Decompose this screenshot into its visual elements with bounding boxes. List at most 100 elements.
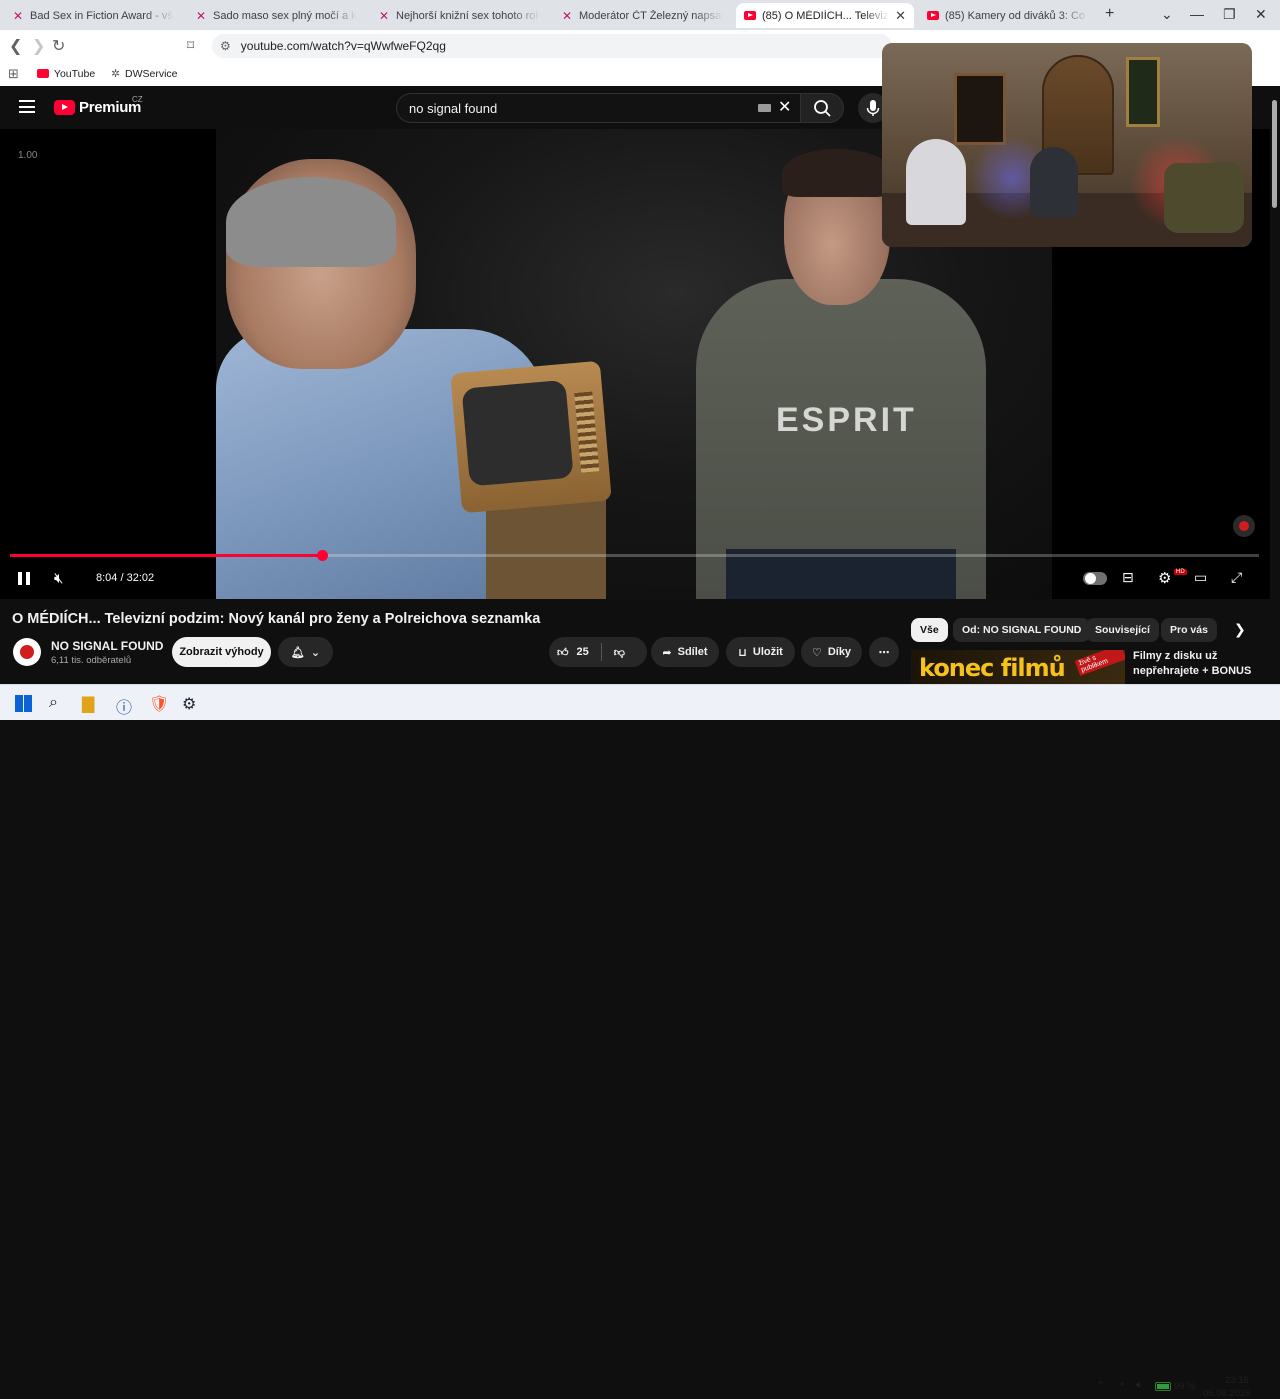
bookmark-dwservice[interactable]: ✲ DWService: [111, 68, 177, 80]
browser-tab[interactable]: ✕ Nejhorší knižní sex tohoto roku: Vybí: [370, 3, 548, 28]
recommended-video-title[interactable]: Filmy z disku už nepřehrajete + BONUS: [1133, 649, 1263, 679]
battery-icon[interactable]: [1155, 1382, 1171, 1391]
close-tab-icon[interactable]: ✕: [895, 8, 906, 24]
webcam-overlay: [882, 43, 1252, 247]
like-dislike-group: 👍︎ 25 👎︎: [549, 637, 647, 667]
interviewer-head: [226, 159, 416, 369]
back-icon[interactable]: ❮: [9, 36, 22, 56]
time-display: 8:04 / 32:02: [96, 572, 155, 584]
more-icon: ⋯: [878, 646, 890, 659]
x-favicon-icon: ✕: [12, 8, 24, 23]
share-icon: ➦: [662, 646, 672, 659]
bookmark-youtube[interactable]: YouTube: [36, 67, 96, 80]
password-manager-icon[interactable]: ⓘ: [116, 694, 132, 718]
channel-name[interactable]: NO SIGNAL FOUND: [51, 639, 163, 653]
close-window-icon[interactable]: ✕: [1255, 6, 1267, 23]
volume-icon[interactable]: 🔉︎: [1136, 1379, 1143, 1392]
search-button[interactable]: [800, 93, 844, 123]
theater-mode-icon[interactable]: ▭: [1194, 569, 1207, 586]
retro-tv: [450, 360, 612, 514]
thumbnail-text: konec filmů: [919, 654, 1066, 682]
record-indicator-icon[interactable]: [1233, 515, 1255, 537]
tab-title: Sado maso sex plný močí a kopání d: [213, 9, 357, 22]
thumbnail-tag: živě s publikem: [1074, 650, 1125, 676]
x-favicon-icon: ✕: [378, 8, 390, 23]
search-input[interactable]: no signal found: [396, 93, 800, 123]
chip-related[interactable]: Související: [1086, 618, 1159, 642]
like-button[interactable]: 👍︎ 25: [557, 646, 589, 659]
like-count: 25: [576, 646, 589, 658]
browser-tab[interactable]: ✕ Bad Sex in Fiction Award - vše o tém: [4, 3, 182, 28]
youtube-favicon-icon: [927, 11, 939, 20]
share-button[interactable]: ➦ Sdílet: [651, 637, 719, 667]
browser-tab[interactable]: ✕ Moderátor ČT Železný napsal podivn: [553, 3, 731, 28]
shirt-logo-text: ESPRIT: [776, 401, 917, 439]
youtube-logo-icon: [54, 100, 75, 115]
address-bar[interactable]: ⚙ youtube.com/watch?v=qWwfweFQ2qg: [212, 34, 892, 58]
membership-perks-button[interactable]: Zobrazit výhody: [172, 637, 271, 667]
windows-taskbar: ⌕ ▇ ⓘ 🛡︎ ⚙ ⌃ ◔ 🔉︎ 99 % 23:16 06.08.2026: [0, 684, 1280, 1399]
pause-icon[interactable]: [18, 572, 30, 585]
battery-percent: 99 %: [1174, 1381, 1196, 1392]
thanks-label: Díky: [827, 646, 852, 658]
thanks-button[interactable]: ♡ Díky: [801, 637, 862, 667]
forward-icon[interactable]: ❯: [32, 36, 45, 56]
windows-start-icon[interactable]: [15, 695, 32, 712]
channel-avatar[interactable]: [13, 638, 41, 666]
site-info-icon[interactable]: ⚙: [220, 39, 231, 53]
minimize-icon[interactable]: —: [1190, 6, 1204, 22]
menu-icon[interactable]: [19, 100, 35, 113]
progress-bar[interactable]: [10, 550, 1259, 561]
autoplay-toggle[interactable]: [1083, 572, 1107, 585]
chips-next-icon[interactable]: ❯: [1234, 621, 1246, 638]
file-explorer-icon[interactable]: ▇: [82, 694, 94, 714]
bookmark-label: YouTube: [53, 67, 96, 80]
reload-icon[interactable]: ↻: [52, 36, 65, 56]
thumbs-down-icon[interactable]: 👎︎: [614, 646, 625, 659]
search-icon[interactable]: ⌕: [49, 694, 58, 712]
chip-for-you[interactable]: Pro vás: [1161, 618, 1217, 642]
more-actions-button[interactable]: ⋯: [869, 637, 899, 667]
tray-chevron-icon[interactable]: ⌃: [1096, 1379, 1105, 1392]
bookmark-label: DWService: [124, 67, 178, 80]
divider: [600, 643, 602, 661]
mute-icon[interactable]: 🔇︎: [54, 570, 63, 587]
clear-search-icon[interactable]: ✕: [778, 97, 791, 117]
progress-played: [10, 554, 323, 557]
tab-title: Bad Sex in Fiction Award - vše o tém: [30, 9, 174, 22]
save-button[interactable]: ⊔ Uložit: [726, 637, 795, 667]
playback-rate-label: 1.00: [18, 150, 38, 161]
url-text: youtube.com/watch?v=qWwfweFQ2qg: [240, 39, 446, 53]
hd-badge: HD: [1174, 569, 1187, 575]
tab-search-icon[interactable]: ⌄: [1161, 6, 1173, 23]
save-icon: ⊔: [738, 646, 747, 659]
apps-grid-icon[interactable]: ⊞: [8, 66, 19, 82]
browser-tab[interactable]: (85) Kamery od diváků 3: Co mělo sk: [919, 3, 1097, 28]
chip-all[interactable]: Vše: [911, 618, 948, 642]
new-tab-button[interactable]: +: [1105, 5, 1114, 23]
maximize-icon[interactable]: ❐: [1223, 6, 1236, 23]
browser-tab-active[interactable]: (85) O MÉDIÍCH... Televizní podz ✕: [736, 3, 914, 28]
fullscreen-icon[interactable]: ⤢: [1231, 569, 1242, 586]
recommended-video-thumbnail[interactable]: konec filmů živě s publikem: [911, 650, 1125, 684]
browser-tab-strip: ✕ Bad Sex in Fiction Award - vše o tém ✕…: [0, 0, 1280, 30]
youtube-premium-logo[interactable]: Premium CZ: [54, 95, 143, 116]
chip-from-channel[interactable]: Od: NO SIGNAL FOUND: [953, 618, 1091, 642]
subscription-bell-button[interactable]: 🔔︎ ⌄: [278, 637, 333, 667]
steam-icon[interactable]: ⚙: [182, 694, 196, 714]
tab-title: (85) O MÉDIÍCH... Televizní podz: [762, 9, 889, 22]
keyboard-icon[interactable]: [758, 104, 771, 112]
clock-time[interactable]: 23:16: [1225, 1375, 1249, 1386]
save-label: Uložit: [752, 646, 783, 658]
settings-gear-icon[interactable]: ⚙: [1158, 569, 1171, 587]
scrollbar-thumb[interactable]: [1272, 100, 1277, 208]
browser-tab[interactable]: ✕ Sado maso sex plný močí a kopání d: [187, 3, 365, 28]
clock-date[interactable]: 06.08.2026: [1203, 1388, 1251, 1399]
wifi-icon[interactable]: ◔: [1118, 1379, 1125, 1391]
subtitles-icon[interactable]: ⊟: [1122, 569, 1134, 586]
brave-browser-icon[interactable]: 🛡︎: [149, 694, 169, 714]
viewer-person: [1030, 147, 1078, 217]
dwservice-icon: ✲: [111, 67, 120, 80]
search-icon: [814, 100, 831, 117]
bookmark-icon[interactable]: ⌑: [187, 37, 194, 54]
